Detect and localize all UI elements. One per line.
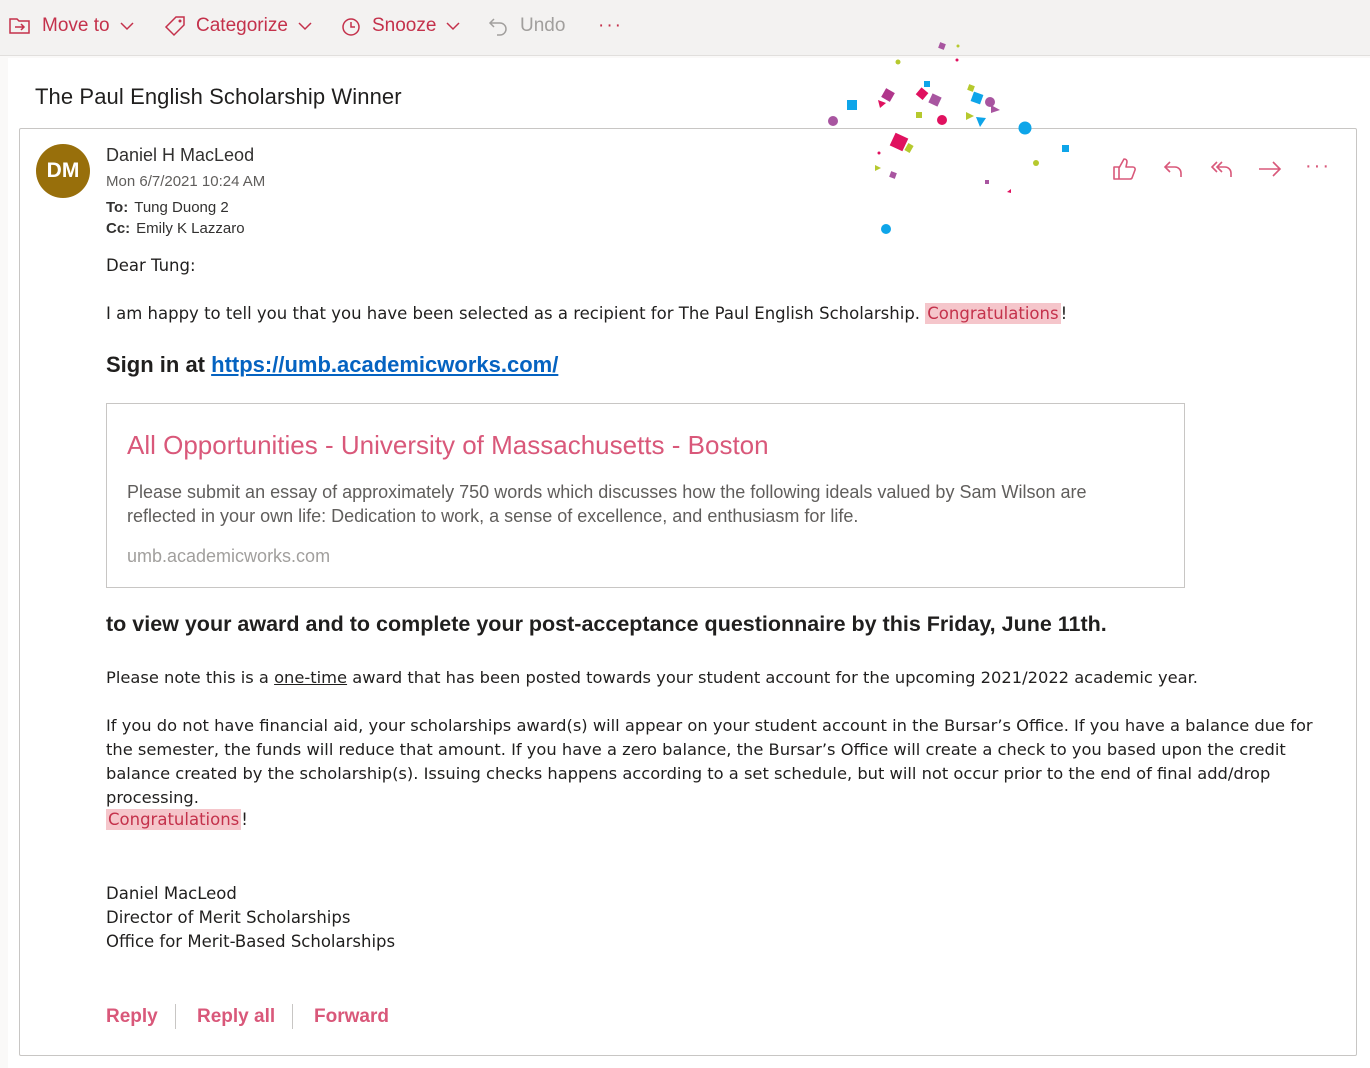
message-date: Mon 6/7/2021 10:24 AM bbox=[106, 173, 266, 190]
chevron-down-icon bbox=[120, 21, 134, 31]
reply-all-icon[interactable] bbox=[1208, 156, 1236, 187]
one-time-underlined: one-time bbox=[274, 668, 348, 687]
congratulations-highlight: Congratulations bbox=[106, 809, 242, 830]
cc-line: Cc: Emily K Lazzaro bbox=[106, 220, 245, 237]
signin-label: Sign in at bbox=[106, 352, 212, 377]
move-to-label: Move to bbox=[42, 15, 110, 36]
congratulations-highlight: Congratulations bbox=[925, 303, 1061, 324]
more-actions-button[interactable]: ··· bbox=[598, 0, 623, 52]
preview-description: Please submit an essay of approximately … bbox=[127, 482, 1087, 526]
forward-icon[interactable] bbox=[1256, 156, 1284, 187]
undo-icon bbox=[488, 15, 510, 37]
signin-link[interactable]: https://umb.academicworks.com/ bbox=[211, 352, 558, 377]
forward-button[interactable]: Forward bbox=[314, 1006, 389, 1028]
cc-label: Cc: bbox=[106, 220, 131, 237]
link-preview-card[interactable]: All Opportunities - University of Massac… bbox=[106, 403, 1185, 588]
chevron-down-icon bbox=[446, 21, 460, 31]
signature-office: Office for Merit-Based Scholarships bbox=[106, 932, 396, 951]
note-text-post: award that has been posted towards your … bbox=[347, 668, 1198, 687]
reply-button[interactable]: Reply bbox=[106, 1006, 158, 1028]
announcement-text: I am happy to tell you that you have bee… bbox=[106, 304, 926, 323]
one-time-note: Please note this is a one-time award tha… bbox=[106, 666, 1336, 690]
snooze-button[interactable]: Snooze bbox=[340, 0, 460, 52]
instruction-line: to view your award and to complete your … bbox=[106, 612, 1107, 636]
to-recipient[interactable]: Tung Duong 2 bbox=[134, 199, 229, 216]
undo-button[interactable]: Undo bbox=[488, 0, 565, 52]
categorize-button[interactable]: Categorize bbox=[164, 0, 312, 52]
more-icon[interactable]: ··· bbox=[1305, 155, 1331, 178]
note-text-pre: Please note this is a bbox=[106, 668, 275, 687]
signin-line: Sign in at https://umb.academicworks.com… bbox=[106, 352, 558, 378]
snooze-label: Snooze bbox=[372, 15, 437, 36]
to-label: To: bbox=[106, 199, 129, 216]
to-line: To: Tung Duong 2 bbox=[106, 199, 229, 216]
financial-aid-paragraph: If you do not have financial aid, your s… bbox=[106, 716, 1313, 807]
preview-title[interactable]: All Opportunities - University of Massac… bbox=[127, 430, 769, 461]
preview-domain: umb.academicworks.com bbox=[127, 546, 331, 566]
command-bar: Move to Categorize Snooze Undo ··· bbox=[0, 0, 1370, 56]
exclamation: ! bbox=[241, 810, 248, 829]
like-icon[interactable] bbox=[1111, 156, 1137, 187]
signature: Daniel MacLeod Director of Merit Scholar… bbox=[106, 882, 395, 954]
signature-title: Director of Merit Scholarships bbox=[106, 908, 351, 927]
move-to-icon bbox=[8, 15, 32, 37]
avatar[interactable]: DM bbox=[36, 144, 90, 198]
divider bbox=[175, 1004, 176, 1029]
confetti-decoration bbox=[828, 42, 1069, 234]
reply-icon[interactable] bbox=[1161, 156, 1187, 187]
move-to-button[interactable]: Move to bbox=[8, 0, 134, 52]
message-subject: The Paul English Scholarship Winner bbox=[35, 84, 402, 109]
tag-icon bbox=[164, 15, 186, 37]
greeting: Dear Tung: bbox=[106, 256, 196, 275]
divider bbox=[292, 1004, 293, 1029]
congrats-line: Congratulations! bbox=[106, 809, 248, 830]
more-icon: ··· bbox=[598, 15, 623, 36]
announcement-line: I am happy to tell you that you have bee… bbox=[106, 303, 1068, 324]
undo-label: Undo bbox=[520, 15, 566, 36]
sender-name[interactable]: Daniel H MacLeod bbox=[106, 145, 254, 166]
avatar-initials: DM bbox=[46, 159, 80, 182]
clock-icon bbox=[340, 15, 362, 37]
exclamation: ! bbox=[1060, 304, 1068, 323]
chevron-down-icon bbox=[298, 21, 312, 31]
signature-name: Daniel MacLeod bbox=[106, 884, 237, 903]
reply-all-button[interactable]: Reply all bbox=[197, 1006, 275, 1028]
categorize-label: Categorize bbox=[196, 15, 288, 36]
cc-recipient[interactable]: Emily K Lazzaro bbox=[136, 220, 244, 237]
